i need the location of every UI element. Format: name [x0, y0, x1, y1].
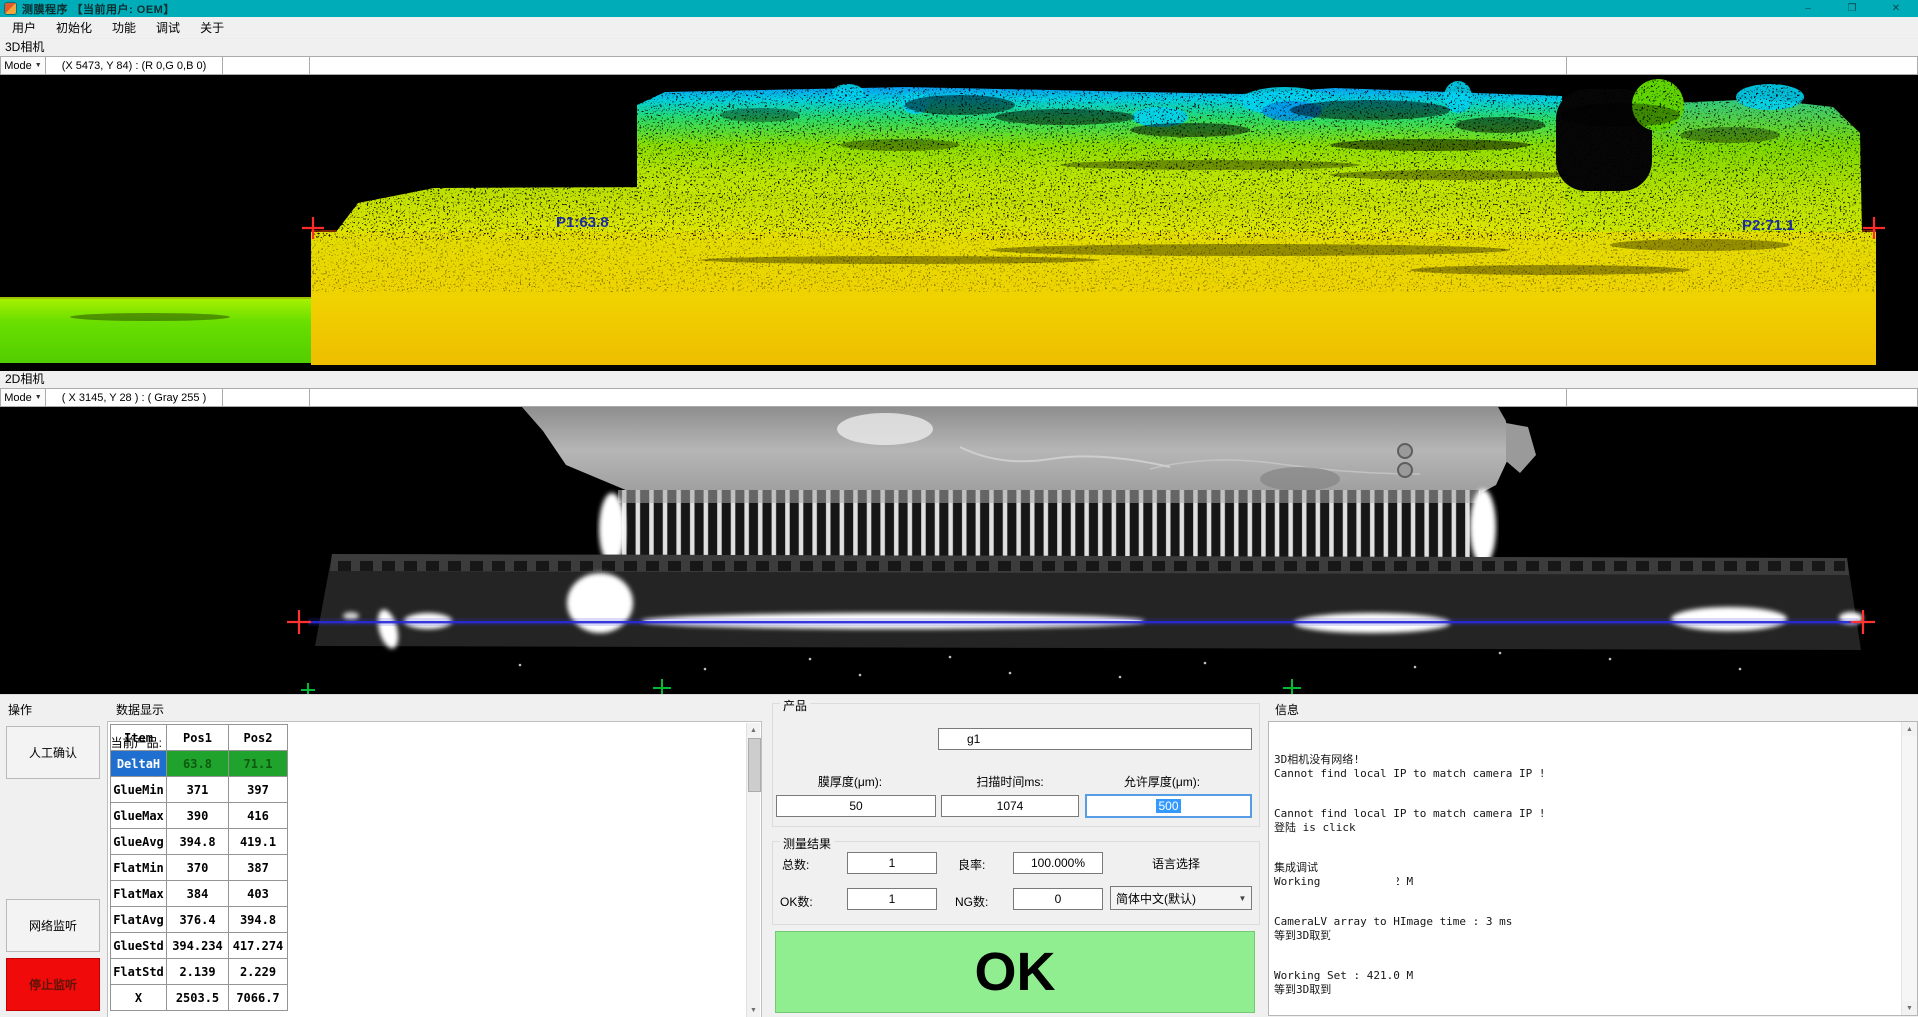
depth-heatmap: P1:63.8 P2:71.1 [0, 75, 1918, 371]
scroll-up-icon[interactable]: ▲ [1902, 722, 1917, 736]
menu-debug[interactable]: 调试 [146, 16, 190, 39]
maximize-button[interactable]: ❐ [1830, 0, 1874, 17]
yield-label: 良率: [958, 856, 985, 873]
p2-measurement-label: P2:71.1 [1742, 217, 1795, 234]
yield-input[interactable] [1013, 852, 1103, 874]
fixture-base [315, 554, 1861, 650]
3d-pixel-readout: (X 5473, Y 84) : (R 0,G 0,B 0) [46, 56, 223, 75]
scroll-up-icon[interactable]: ▲ [747, 723, 760, 737]
network-listen-button[interactable]: 网络监听 [6, 899, 100, 952]
3d-status-cell [223, 56, 310, 75]
table-row[interactable]: FlatMax 384 403 [111, 881, 288, 907]
app-window: 测膜程序 【当前用户: OEM】 – ❐ ✕ 用户 初始化 功能 调试 关于 3… [0, 0, 1918, 1017]
table-row[interactable]: GlueAvg 394.8 419.1 [111, 829, 288, 855]
ng-count-label: NG数: [955, 893, 988, 910]
language-combobox[interactable]: 简体中文(默认) ▼ [1110, 886, 1252, 910]
language-select-label: 语言选择 [1152, 855, 1200, 872]
current-product-label: 当前产品: [52, 734, 162, 751]
scroll-down-icon[interactable]: ▼ [1902, 1001, 1917, 1015]
language-value: 简体中文(默认) [1111, 890, 1234, 907]
3d-mode-button[interactable]: Mode ▼ [0, 56, 46, 75]
menu-about[interactable]: 关于 [190, 16, 234, 39]
chevron-down-icon: ▼ [35, 394, 42, 401]
table-row[interactable]: DeltaH 63.8 71.1 [111, 751, 288, 777]
measure-line [308, 621, 1858, 623]
allow-thickness-input[interactable]: 500 [1085, 794, 1252, 818]
operations-label: 操作 [5, 701, 35, 718]
pcb-via [1398, 444, 1412, 458]
table-row[interactable]: FlatMin 370 387 [111, 855, 288, 881]
menu-function[interactable]: 功能 [102, 16, 146, 39]
2d-mode-button[interactable]: Mode ▼ [0, 388, 46, 407]
total-count-label: 总数: [782, 856, 809, 873]
3d-status-cell-3 [1567, 56, 1918, 75]
bottom-panel: 操作 人工确认 网络监听 停止监听 数据显示 Item Pos1 Pos2 De… [0, 694, 1918, 1017]
close-button[interactable]: ✕ [1874, 0, 1918, 17]
selected-text: 500 [1156, 799, 1180, 813]
log-panel: 3D相机没有网络!Cannot find local IP to match c… [1268, 721, 1918, 1016]
title-bar: 测膜程序 【当前用户: OEM】 – ❐ ✕ [0, 0, 1918, 17]
3d-camera-view[interactable]: P1:63.8 P2:71.1 [0, 75, 1918, 371]
current-product-input[interactable] [938, 728, 1252, 750]
pcb-board [522, 407, 1508, 504]
table-row[interactable]: GlueStd 394.234 417.274 [111, 933, 288, 959]
table-scrollbar[interactable]: ▲ ▼ [746, 723, 760, 1017]
2d-mode-bar: Mode ▼ ( X 3145, Y 28 ) : ( Gray 255 ) [0, 388, 1918, 407]
table-row[interactable]: FlatStd 2.139 2.229 [111, 959, 288, 985]
result-banner: OK [775, 931, 1255, 1013]
2d-status-cell-3 [1567, 388, 1918, 407]
2d-status-cell-2 [310, 388, 1567, 407]
ok-count-label: OK数: [780, 893, 813, 910]
data-display-label: 数据显示 [113, 701, 167, 718]
table-row[interactable]: GlueMin 371 397 [111, 777, 288, 803]
measurement-table: Item Pos1 Pos2 DeltaH 63.8 71.1 GlueMin … [110, 724, 288, 1011]
window-title: 测膜程序 【当前用户: OEM】 [22, 1, 175, 17]
redaction-blob [1329, 928, 1557, 942]
log-scrollbar[interactable]: ▲ ▼ [1901, 722, 1917, 1015]
table-row[interactable]: FlatAvg 376.4 394.8 [111, 907, 288, 933]
scroll-down-icon[interactable]: ▼ [747, 1003, 760, 1017]
ng-count-input[interactable] [1013, 888, 1103, 910]
redaction-blob [1309, 943, 1421, 970]
scan-time-input[interactable] [941, 795, 1079, 817]
scrollbar-thumb[interactable] [748, 738, 761, 792]
3d-status-cell-2 [310, 56, 1567, 75]
menu-bar: 用户 初始化 功能 调试 关于 [0, 17, 1918, 39]
total-count-input[interactable] [847, 852, 937, 874]
info-group-label: 信息 [1272, 701, 1302, 718]
2d-camera-label: 2D相机 [0, 371, 1918, 388]
menu-user[interactable]: 用户 [2, 16, 46, 39]
pcb-via [1398, 463, 1412, 477]
window-controls: – ❐ ✕ [1786, 0, 1918, 17]
product-group-label: 产品 [780, 697, 810, 714]
chevron-down-icon: ▼ [1234, 887, 1251, 909]
ok-count-input[interactable] [847, 888, 937, 910]
table-row[interactable]: X 2503.5 7066.7 [111, 985, 288, 1011]
3d-camera-label: 3D相机 [0, 39, 1918, 56]
film-thickness-input[interactable] [776, 795, 936, 817]
minimize-button[interactable]: – [1786, 0, 1830, 17]
film-thickness-label: 膜厚度(μm): [800, 773, 900, 790]
stop-listen-button[interactable]: 停止监听 [6, 958, 100, 1011]
chevron-down-icon: ▼ [35, 62, 42, 69]
3d-mode-bar: Mode ▼ (X 5473, Y 84) : (R 0,G 0,B 0) [0, 56, 1918, 75]
table-row[interactable]: GlueMax 390 416 [111, 803, 288, 829]
allow-thickness-label: 允许厚度(μm): [1107, 773, 1217, 790]
redaction-blob [1325, 850, 1397, 916]
2d-status-cell [223, 388, 310, 407]
results-group-label: 测量结果 [780, 835, 834, 852]
p1-measurement-label: P1:63.8 [556, 214, 609, 231]
scan-time-label: 扫描时间ms: [960, 773, 1060, 790]
2d-camera-view[interactable] [0, 407, 1918, 694]
menu-init[interactable]: 初始化 [46, 16, 102, 39]
data-grid-container: Item Pos1 Pos2 DeltaH 63.8 71.1 GlueMin … [107, 721, 762, 1017]
grayscale-image [0, 407, 1918, 694]
2d-pixel-readout: ( X 3145, Y 28 ) : ( Gray 255 ) [46, 388, 223, 407]
app-icon [5, 3, 16, 14]
